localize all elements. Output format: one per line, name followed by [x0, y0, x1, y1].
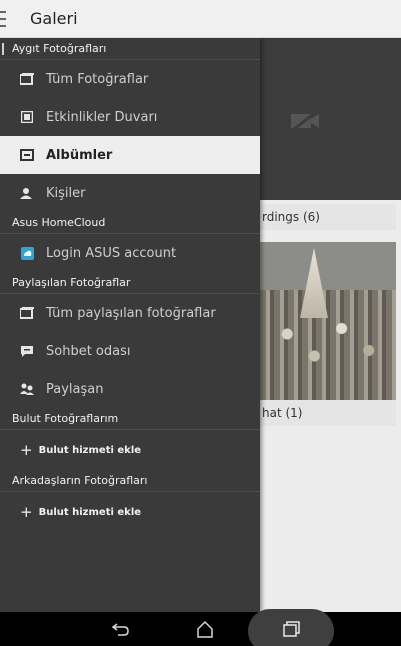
drawer-item-label: Login ASUS account [46, 245, 177, 261]
drawer-item-label: Tüm Fotoğraflar [46, 71, 149, 87]
drawer-item-login-asus[interactable]: Login ASUS account [0, 234, 260, 272]
drawer-item-albums[interactable]: Albümler [0, 136, 260, 174]
section-header: Paylaşılan Fotoğraflar [0, 272, 260, 294]
drawer-item-chat-room[interactable]: Sohbet odası [0, 332, 260, 370]
hamburger-icon[interactable] [0, 0, 16, 38]
drawer-item-label: Sohbet odası [46, 343, 131, 359]
drawer-item-people[interactable]: Kişiler [0, 174, 260, 212]
app-title: Galeri [30, 9, 78, 28]
photo-sky [260, 242, 396, 290]
add-cloud-service-button[interactable]: + Bulut hizmeti ekle [0, 492, 260, 532]
drawer-item-all-shared[interactable]: Tüm paylaşılan fotoğraflar [0, 294, 260, 332]
section-header: Bulut Fotoğraflarım [0, 408, 260, 430]
homecloud-icon [20, 246, 34, 260]
drawer-item-label: Albümler [46, 147, 113, 163]
chat-icon [20, 344, 34, 358]
photos-icon [20, 72, 34, 86]
navigation-drawer: Aygıt Fotoğrafları Tüm Fotoğraflar Etkin… [0, 38, 260, 612]
plus-icon: + [20, 503, 33, 521]
add-cloud-label: Bulut hizmeti ekle [38, 444, 142, 456]
sharer-icon [20, 382, 34, 396]
drawer-item-events-wall[interactable]: Etkinlikler Duvarı [0, 98, 260, 136]
events-wall-icon [20, 110, 34, 124]
add-cloud-label: Bulut hizmeti ekle [38, 506, 142, 518]
section-header: Arkadaşların Fotoğrafları [0, 470, 260, 492]
recents-icon[interactable] [278, 616, 304, 642]
drawer-item-label: Kişiler [46, 185, 86, 201]
no-video-icon [291, 110, 319, 132]
plus-icon: + [20, 441, 33, 459]
drawer-item-sharer[interactable]: Paylaşan [0, 370, 260, 408]
app-bar: Galeri [0, 0, 401, 38]
home-icon[interactable] [192, 616, 218, 642]
albums-icon [20, 148, 34, 162]
person-icon [20, 186, 34, 200]
section-header: Asus HomeCloud [0, 212, 260, 234]
back-icon[interactable] [108, 616, 134, 642]
drawer-item-label: Etkinlikler Duvarı [46, 109, 158, 125]
drawer-item-all-photos[interactable]: Tüm Fotoğraflar [0, 60, 260, 98]
photo-crowd [260, 290, 396, 400]
section-header: Aygıt Fotoğrafları [0, 38, 260, 60]
shared-photos-icon [20, 306, 34, 320]
system-nav-bar [0, 609, 401, 646]
drawer-item-label: Paylaşan [46, 381, 104, 397]
drawer-item-label: Tüm paylaşılan fotoğraflar [46, 305, 216, 321]
add-cloud-service-button[interactable]: + Bulut hizmeti ekle [0, 430, 260, 470]
